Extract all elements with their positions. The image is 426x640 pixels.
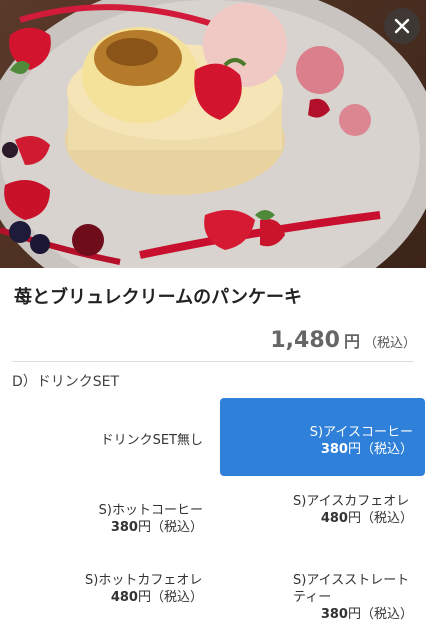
product-price: 1,480 円 （税込） (270, 328, 416, 353)
option-price: 480円（税込） (110, 590, 203, 605)
price-value: 1,480 (270, 328, 340, 353)
option-price: 380円（税込） (320, 607, 413, 622)
option-name: S)アイスコーヒー (309, 425, 413, 440)
price-tax-label: （税込） (363, 336, 416, 351)
product-title: 苺とブリュレクリームのパンケーキ (14, 287, 302, 308)
divider (12, 361, 414, 362)
option-iced-coffee[interactable]: S)アイスコーヒー 380円（税込） (220, 398, 425, 476)
option-iced-straight-tea[interactable]: S)アイスストレートティー 380円（税込） (220, 572, 425, 632)
product-photo (0, 0, 426, 268)
option-name: ドリンクSET無し (100, 432, 203, 448)
section-title: D）ドリンクSET (12, 374, 120, 390)
option-no-drink[interactable]: ドリンクSET無し (10, 420, 215, 460)
option-price: 380円（税込） (110, 520, 203, 535)
option-hot-coffee[interactable]: S)ホットコーヒー 380円（税込） (10, 502, 215, 546)
option-name: S)アイスカフェオレ (293, 494, 410, 509)
close-icon (394, 18, 410, 34)
option-hot-cafe-au-lait[interactable]: S)ホットカフェオレ 480円（税込） (10, 572, 215, 632)
option-price: 480円（税込） (320, 511, 413, 526)
close-button[interactable] (384, 8, 420, 44)
option-name: S)ホットコーヒー (98, 503, 203, 518)
option-name: S)アイスストレートティー (293, 573, 410, 605)
option-price: 380円（税込） (320, 442, 413, 457)
option-name: S)ホットカフェオレ (85, 573, 203, 588)
price-currency: 円 (343, 332, 360, 351)
option-iced-cafe-au-lait[interactable]: S)アイスカフェオレ 480円（税込） (220, 493, 425, 551)
